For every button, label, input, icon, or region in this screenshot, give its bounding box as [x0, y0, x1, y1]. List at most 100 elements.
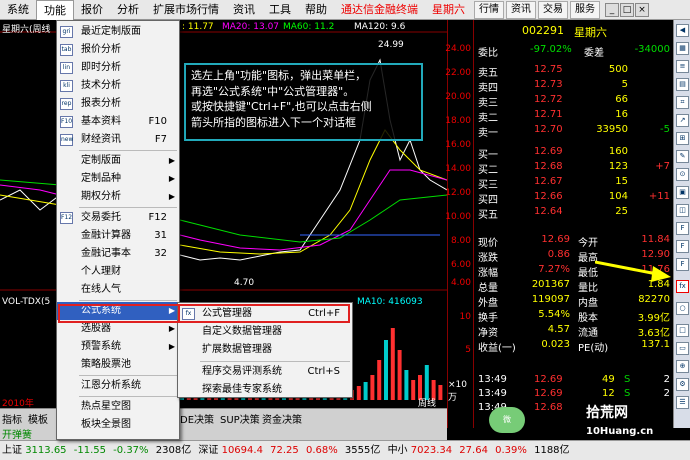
toolbar-icon[interactable]: F	[676, 222, 689, 235]
menu-item-label: 交易委托	[81, 212, 121, 223]
news-button[interactable]: 资讯	[506, 0, 536, 19]
order-volume: 66	[615, 94, 628, 105]
tick-flag: S	[624, 374, 631, 385]
toolbar-icon[interactable]: ⊙	[676, 168, 689, 181]
menu-item[interactable]: 金融记事本 32	[57, 245, 179, 263]
F12-icon: F12	[60, 212, 73, 224]
toolbar-icon[interactable]: ▤	[676, 78, 689, 91]
vol-axis-tick: 5	[465, 345, 471, 355]
quote-button[interactable]: 行情	[474, 0, 504, 19]
menu-quote[interactable]: 报价	[74, 0, 110, 20]
minimize-icon[interactable]: _	[605, 2, 619, 17]
toolbar-icon[interactable]: ▭	[676, 342, 689, 355]
menu-item[interactable]: F10 基本资料 F10	[57, 113, 179, 131]
order-volume: 500	[608, 64, 628, 75]
menu-item[interactable]: rep 报表分析	[57, 95, 179, 113]
close-icon[interactable]: ×	[635, 2, 649, 17]
menu-extended-market[interactable]: 扩展市场行情	[146, 0, 226, 20]
menu-item[interactable]: 热点星空图	[57, 398, 179, 416]
submenu-item[interactable]: 自定义数据管理器	[178, 323, 352, 341]
toolbar-icon[interactable]: □	[676, 324, 689, 337]
menu-item-label: 报表分析	[81, 98, 121, 109]
toolbar-icon[interactable]: ✎	[676, 150, 689, 163]
tick-price: 12.68	[534, 402, 563, 413]
toolbar-icon[interactable]: ⊞	[676, 132, 689, 145]
right-toolbar: ◀ ▦ ≡ ▤ ⌗ ↗ ⊞ ✎ ⊙ ▣ ◫ F F F fx ○ □ ▭ ⊕ ⚙…	[673, 20, 690, 428]
menu-tools[interactable]: 工具	[262, 0, 298, 20]
tick-price: 12.69	[534, 388, 563, 399]
menu-item[interactable]: kli 技术分析	[57, 77, 179, 95]
menu-item[interactable]: 定制品种 ▶	[57, 170, 179, 188]
service-button[interactable]: 服务	[570, 0, 600, 19]
toolbar-icon[interactable]: ⚙	[676, 378, 689, 391]
menu-item[interactable]: 期权分析 ▶	[57, 188, 179, 206]
stat-value: 3.63亿	[637, 328, 670, 339]
menu-item[interactable]: 江恩分析系统	[57, 377, 179, 395]
menu-separator	[200, 361, 350, 362]
menu-item[interactable]: 预警系统 ▶	[57, 338, 179, 356]
toolbar-icon[interactable]: ▦	[676, 42, 689, 55]
tab-template[interactable]: 模板	[28, 411, 48, 426]
toolbar-icon[interactable]: F	[676, 240, 689, 253]
volume-bar	[404, 370, 409, 400]
tab-sup-decision[interactable]: SUP决策	[220, 411, 260, 426]
stat-value: 4.57	[547, 324, 570, 335]
submenu-item[interactable]: 探索最佳专家系统	[178, 381, 352, 399]
stat-value: 7.27%	[538, 264, 570, 275]
stock-name-title: 星期六	[432, 2, 465, 16]
submenu-item[interactable]: 程序交易评测系统 Ctrl+S	[178, 363, 352, 381]
toolbar-icon[interactable]: ⊕	[676, 360, 689, 373]
menu-item[interactable]: F12 交易委托 F12	[57, 209, 179, 227]
menu-system[interactable]: 系统	[0, 0, 36, 20]
menu-item[interactable]: 定制版面 ▶	[57, 152, 179, 170]
order-volume: 15	[615, 176, 628, 187]
tab-spring[interactable]: 开弹簧	[2, 426, 32, 441]
toolbar-icon[interactable]: F	[676, 258, 689, 271]
menu-function[interactable]: 功能	[36, 0, 74, 20]
toolbar-icon[interactable]: ≡	[676, 60, 689, 73]
formula-manager-icon[interactable]: fx	[676, 280, 689, 293]
stat-label: 现价	[478, 238, 498, 249]
order-volume: 25	[615, 206, 628, 217]
tab-indicator[interactable]: 指标	[2, 411, 22, 426]
toolbar-icon[interactable]: ☰	[676, 396, 689, 409]
menu-item[interactable]: tab 报价分析	[57, 41, 179, 59]
stat-label: 总量	[478, 283, 498, 294]
toolbar-icon[interactable]: ◫	[676, 204, 689, 217]
order-row: 买一 12.69 160	[474, 146, 674, 161]
tab-de-decision[interactable]: DE决策	[180, 411, 214, 426]
menu-item[interactable]: 金融计算器 31	[57, 227, 179, 245]
menu-news[interactable]: 资讯	[226, 0, 262, 20]
menu-help[interactable]: 帮助	[298, 0, 334, 20]
volume-bar	[411, 380, 416, 400]
submenu-item[interactable]: 扩展数据管理器	[178, 341, 352, 359]
callout-line: 或按快捷键"Ctrl+F",也可以点击右侧	[191, 100, 372, 113]
stat-value: 137.1	[641, 339, 670, 350]
submenu-item-label: 程序交易评测系统	[202, 366, 282, 377]
quote-header: 002291 星期六	[474, 24, 674, 39]
order-change: -5	[660, 124, 670, 135]
order-row: 买四 12.66 104 +11	[474, 191, 674, 206]
menu-item[interactable]: 在线人气	[57, 281, 179, 299]
toolbar-icon[interactable]: ↗	[676, 114, 689, 127]
stat-label: 今开	[578, 238, 598, 249]
menu-item[interactable]: 策略股票池	[57, 356, 179, 374]
stat-label: 净资	[478, 328, 498, 339]
toolbar-icon[interactable]: ▣	[676, 186, 689, 199]
menu-item[interactable]: lin 即时分析	[57, 59, 179, 77]
toolbar-icon[interactable]: ○	[676, 302, 689, 315]
tab-fund-decision[interactable]: 资金决策	[262, 411, 302, 426]
axis-tick: 14.00	[445, 164, 471, 174]
maximize-icon[interactable]: □	[620, 2, 634, 17]
stat-value: 0.023	[541, 339, 570, 350]
toolbar-icon[interactable]: ◀	[676, 24, 689, 37]
menu-item[interactable]: 板块全景图	[57, 416, 179, 434]
menu-item[interactable]: 个人理财	[57, 263, 179, 281]
toolbar-icon[interactable]: ⌗	[676, 96, 689, 109]
menu-item[interactable]: new 财经资讯 F7	[57, 131, 179, 149]
menu-item-label: 金融记事本	[81, 248, 131, 259]
trade-button[interactable]: 交易	[538, 0, 568, 19]
menu-item[interactable]: gri 最近定制版面	[57, 23, 179, 41]
pointer-arrow-icon	[595, 260, 671, 282]
menu-analysis[interactable]: 分析	[110, 0, 146, 20]
